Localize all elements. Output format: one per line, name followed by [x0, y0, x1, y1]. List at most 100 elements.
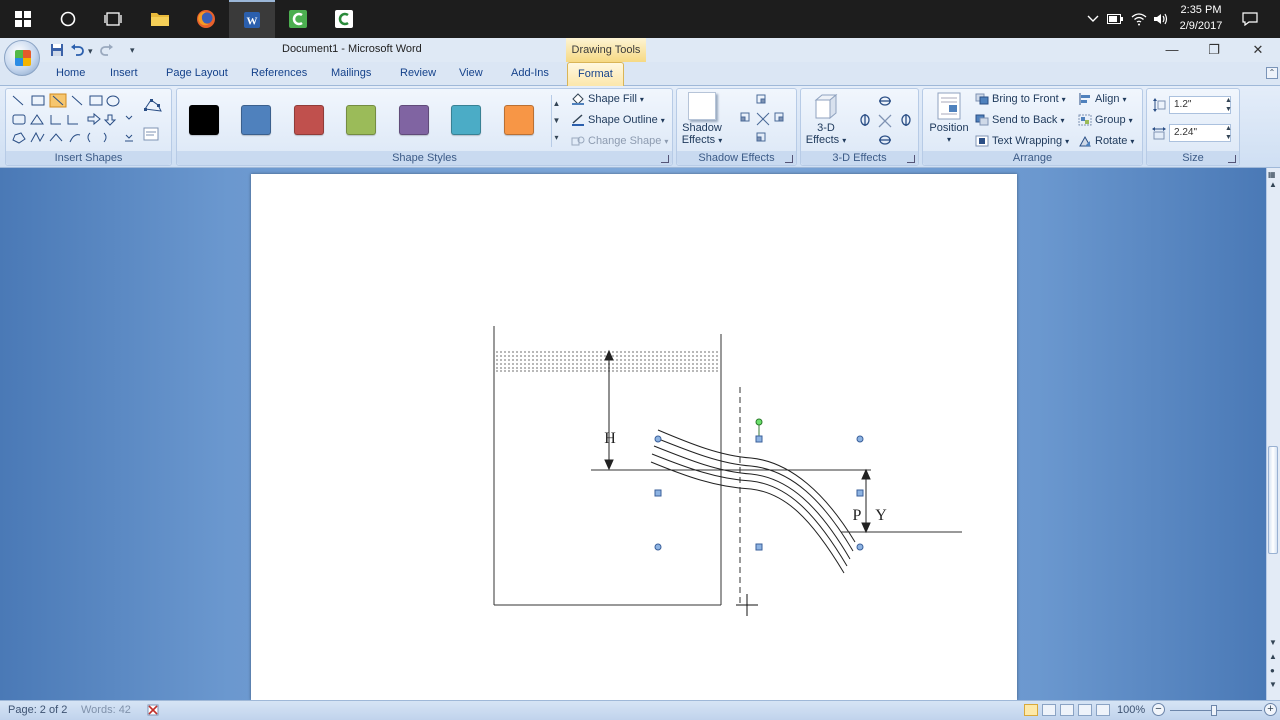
head-dimension-arrow[interactable] — [604, 349, 614, 471]
close-button[interactable]: ✕ — [1246, 40, 1270, 60]
battery-icon[interactable] — [1106, 10, 1124, 28]
resize-handle-left[interactable] — [654, 489, 662, 497]
size-dialog-launcher-icon[interactable] — [1228, 155, 1236, 163]
word-count[interactable]: Words: 42 — [81, 704, 131, 716]
ruler-toggle-icon[interactable]: ▦ — [1268, 170, 1276, 179]
zoom-slider-thumb[interactable] — [1211, 705, 1217, 716]
tab-home[interactable]: Home — [56, 67, 85, 79]
text-wrapping-button[interactable]: Text Wrapping ▾ — [975, 135, 1069, 147]
edit-shape-icon[interactable] — [143, 97, 163, 116]
minimize-button[interactable]: — — [1160, 40, 1184, 60]
shape-outline-button[interactable]: Shape Outline ▾ — [571, 114, 665, 126]
resize-handle-right[interactable] — [856, 489, 864, 497]
proofing-error-icon[interactable] — [146, 703, 160, 720]
tab-references[interactable]: References — [251, 67, 307, 79]
zoom-level[interactable]: 100% — [1117, 704, 1145, 716]
firefox-icon[interactable] — [183, 0, 229, 38]
action-center-icon[interactable] — [1241, 10, 1259, 28]
add-text-box-icon[interactable] — [143, 127, 159, 144]
volume-icon[interactable] — [1152, 10, 1170, 28]
windows-start-icon[interactable] — [0, 0, 46, 38]
label-h[interactable]: H — [604, 430, 616, 447]
quick-access-redo-icon[interactable] — [100, 43, 114, 60]
shape-style-swatch-blue[interactable] — [241, 105, 271, 135]
resize-handle-bottom[interactable] — [755, 543, 763, 551]
shape-width-input[interactable]: 2.24" — [1169, 124, 1231, 142]
ribbon-minimize-icon[interactable]: ⌃ — [1266, 67, 1278, 79]
show-hidden-icons-chevron-icon[interactable] — [1084, 10, 1102, 28]
cortana-search-icon[interactable] — [45, 0, 91, 38]
vertical-scroll-thumb[interactable] — [1268, 446, 1278, 554]
print-layout-view-icon[interactable] — [1024, 704, 1038, 716]
drawing-canvas[interactable]: H P Y — [251, 174, 1017, 700]
rotation-handle[interactable] — [755, 418, 763, 426]
web-layout-view-icon[interactable] — [1060, 704, 1074, 716]
quick-access-save-icon[interactable] — [50, 43, 64, 60]
tab-format[interactable]: Format — [567, 62, 624, 87]
change-shape-button[interactable]: Change Shape ▾ — [571, 135, 668, 147]
shape-style-swatch-orange[interactable] — [504, 105, 534, 135]
microsoft-word-icon[interactable]: W — [229, 0, 275, 38]
shape-height-input[interactable]: 1.2" — [1169, 96, 1231, 114]
three-d-effects-button[interactable]: 3-D Effects ▾ — [803, 92, 849, 147]
align-button[interactable]: Align ▾ — [1078, 93, 1126, 105]
previous-page-icon[interactable]: ▲ — [1269, 652, 1277, 661]
quick-access-undo-icon[interactable] — [70, 43, 84, 60]
tab-insert[interactable]: Insert — [110, 67, 138, 79]
shape-style-swatch-aqua[interactable] — [451, 105, 481, 135]
tab-review[interactable]: Review — [400, 67, 436, 79]
three-d-effects-dialog-launcher-icon[interactable] — [907, 155, 915, 163]
resize-handle-bottom-right[interactable] — [856, 543, 864, 551]
wifi-icon[interactable] — [1130, 10, 1148, 28]
drop-dimension-arrow[interactable] — [861, 468, 871, 534]
task-view-icon[interactable] — [90, 0, 136, 38]
tilt-controls[interactable] — [857, 93, 917, 149]
resize-handle-bottom-left[interactable] — [654, 543, 662, 551]
full-screen-reading-view-icon[interactable] — [1042, 704, 1056, 716]
label-y[interactable]: Y — [875, 507, 887, 524]
office-button[interactable] — [4, 40, 40, 76]
undo-dropdown-icon[interactable]: ▾ — [88, 46, 93, 57]
shape-style-swatch-purple[interactable] — [399, 105, 429, 135]
bring-to-front-button[interactable]: Bring to Front ▾ — [975, 93, 1066, 105]
outline-view-icon[interactable] — [1078, 704, 1092, 716]
next-page-icon[interactable]: ▼ — [1269, 680, 1277, 689]
shape-styles-gallery-scroll[interactable]: ▲ ▼ ▾ — [551, 95, 561, 147]
restore-button[interactable]: ❐ — [1202, 40, 1226, 60]
taskbar-clock[interactable]: 2:35 PM 2/9/2017 — [1170, 2, 1232, 34]
send-to-back-button[interactable]: Send to Back ▾ — [975, 114, 1064, 126]
draft-view-icon[interactable] — [1096, 704, 1110, 716]
resize-handle-top-left[interactable] — [654, 435, 662, 443]
tab-page-layout[interactable]: Page Layout — [166, 67, 228, 79]
group-button[interactable]: Group ▾ — [1078, 114, 1133, 126]
resize-handle-top-right[interactable] — [856, 435, 864, 443]
shapes-gallery[interactable] — [10, 93, 138, 145]
jet-streamlines[interactable] — [650, 429, 856, 574]
shape-style-swatch-red[interactable] — [294, 105, 324, 135]
resize-handle-top[interactable] — [755, 435, 763, 443]
shape-fill-button[interactable]: Shape Fill ▾ — [571, 93, 644, 105]
tab-add-ins[interactable]: Add-Ins — [511, 67, 549, 79]
zoom-in-icon[interactable]: + — [1264, 703, 1277, 716]
shape-style-swatch-green[interactable] — [346, 105, 376, 135]
zoom-out-icon[interactable]: − — [1152, 703, 1165, 716]
shadow-effects-button[interactable]: Shadow Effects ▾ — [679, 92, 725, 147]
shape-style-swatch-black[interactable] — [189, 105, 219, 135]
rotate-button[interactable]: Rotate ▾ — [1078, 135, 1134, 147]
camtasia-studio-icon[interactable] — [321, 0, 367, 38]
tab-view[interactable]: View — [459, 67, 483, 79]
position-button[interactable]: Position ▾ — [925, 92, 973, 146]
width-spin-arrows-icon[interactable]: ▲ ▼ — [1225, 124, 1232, 142]
vertical-scrollbar[interactable]: ▦ ▲ ▼ ▲ ● ▼ — [1266, 168, 1280, 700]
page-count[interactable]: Page: 2 of 2 — [8, 704, 67, 716]
customize-quick-access-icon[interactable]: ▾ — [130, 45, 135, 56]
camtasia-recorder-icon[interactable] — [275, 0, 321, 38]
scroll-up-icon[interactable]: ▲ — [1269, 180, 1277, 189]
select-browse-object-icon[interactable]: ● — [1270, 666, 1275, 675]
tab-mailings[interactable]: Mailings — [331, 67, 371, 79]
file-explorer-icon[interactable] — [137, 0, 183, 38]
nudge-shadow-controls[interactable] — [735, 93, 791, 149]
shadow-effects-dialog-launcher-icon[interactable] — [785, 155, 793, 163]
label-p[interactable]: P — [853, 507, 862, 524]
document-page[interactable]: H P Y — [251, 174, 1017, 700]
